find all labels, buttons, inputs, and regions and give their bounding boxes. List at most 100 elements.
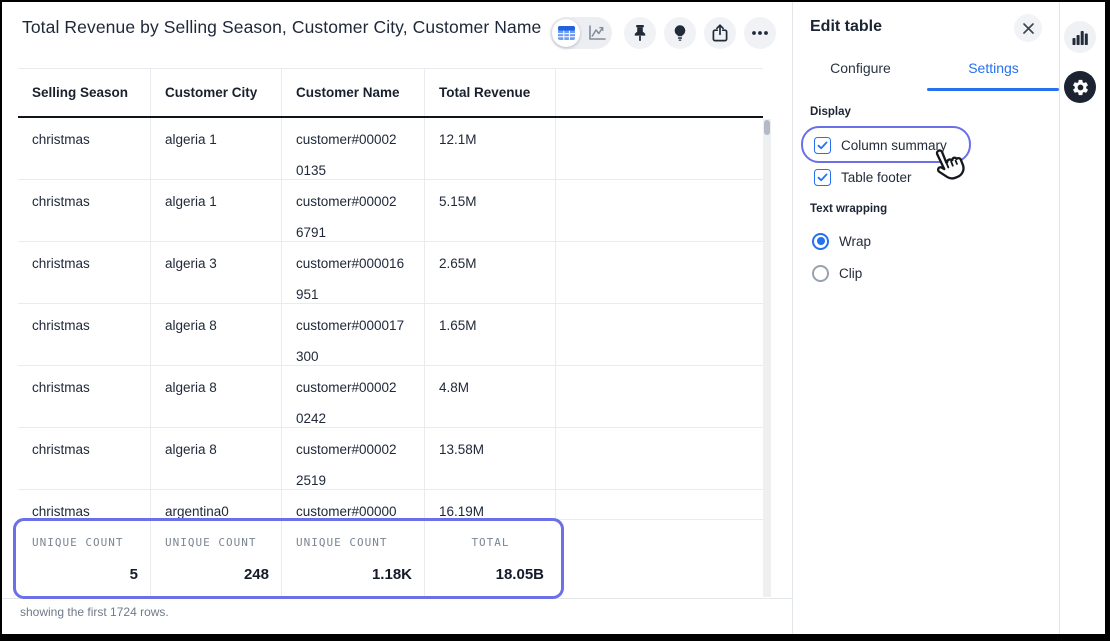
- checkbox-label[interactable]: Column summary: [841, 138, 947, 153]
- right-icon-strip: [1061, 2, 1105, 634]
- ellipsis-icon: [751, 30, 769, 36]
- table-cell[interactable]: customer#000020135: [282, 118, 425, 179]
- column-summary-row: UNIQUE COUNT5UNIQUE COUNT248UNIQUE COUNT…: [18, 520, 763, 596]
- tab-configure[interactable]: Configure: [794, 60, 927, 76]
- table-cell: [556, 304, 763, 365]
- pin-icon: [632, 24, 648, 42]
- table-cell[interactable]: christmas: [18, 118, 151, 179]
- table-header-row: Selling SeasonCustomer CityCustomer Name…: [18, 69, 763, 118]
- gear-icon: [1071, 78, 1090, 97]
- table-cell[interactable]: customer#000022519: [282, 428, 425, 489]
- view-toggle[interactable]: [550, 17, 612, 49]
- table-cell: [556, 366, 763, 427]
- table-view-icon: [558, 26, 575, 40]
- table-cell[interactable]: christmas: [18, 366, 151, 427]
- column-header[interactable]: Customer Name: [282, 69, 425, 116]
- data-table: Selling SeasonCustomer CityCustomer Name…: [18, 68, 763, 596]
- table-cell[interactable]: customer#000017300: [282, 304, 425, 365]
- table-cell[interactable]: algeria 1: [151, 180, 282, 241]
- checkbox-option-column-summary[interactable]: Column summary: [814, 135, 947, 155]
- table-cell[interactable]: 1.65M: [425, 304, 556, 365]
- summary-value: 248: [244, 566, 269, 583]
- checkbox-option-table-footer[interactable]: Table footer: [814, 167, 912, 187]
- summary-label: UNIQUE COUNT: [296, 536, 418, 549]
- radio-button[interactable]: [812, 233, 829, 250]
- lightbulb-icon: [672, 24, 688, 42]
- radio-option-wrap[interactable]: Wrap: [812, 231, 871, 251]
- column-header[interactable]: Customer City: [151, 69, 282, 116]
- table-scrollbar[interactable]: [763, 119, 771, 597]
- tab-settings[interactable]: Settings: [927, 60, 1060, 76]
- table-cell[interactable]: 5.15M: [425, 180, 556, 241]
- table-cell[interactable]: 13.58M: [425, 428, 556, 489]
- more-options-button[interactable]: [744, 17, 776, 49]
- share-icon: [712, 24, 728, 42]
- table-cell[interactable]: algeria 3: [151, 242, 282, 303]
- answer-area: Total Revenue by Selling Season, Custome…: [2, 2, 793, 634]
- summary-label: TOTAL: [425, 536, 556, 549]
- edit-table-panel: Edit table Configure Settings Display Co…: [794, 2, 1060, 634]
- table-cell[interactable]: christmas: [18, 242, 151, 303]
- table-row: christmasalgeria 8customer#00002251913.5…: [18, 428, 763, 490]
- radio-option-clip[interactable]: Clip: [812, 263, 862, 283]
- close-panel-button[interactable]: [1014, 14, 1042, 42]
- chart-view-icon: [588, 25, 606, 41]
- table-cell[interactable]: algeria 1: [151, 118, 282, 179]
- table-cell: [556, 428, 763, 489]
- table-cell[interactable]: 16.19M: [425, 490, 556, 519]
- table-cell[interactable]: customer#000020242: [282, 366, 425, 427]
- pin-button[interactable]: [624, 17, 656, 49]
- table-cell[interactable]: christmas: [18, 490, 151, 519]
- table-cell[interactable]: 12.1M: [425, 118, 556, 179]
- table-cell[interactable]: 2.65M: [425, 242, 556, 303]
- table-row: christmasalgeria 8customer#0000202424.8M: [18, 366, 763, 428]
- active-tab-underline: [927, 88, 1059, 91]
- column-header[interactable]: Total Revenue: [425, 69, 556, 116]
- settings-button[interactable]: [1064, 71, 1096, 103]
- table-row: christmasalgeria 1customer#00002013512.1…: [18, 118, 763, 180]
- table-cell[interactable]: algeria 8: [151, 428, 282, 489]
- table-row: christmasalgeria 3customer#0000169512.65…: [18, 242, 763, 304]
- summary-cell: UNIQUE COUNT 248: [151, 520, 282, 596]
- radio-label[interactable]: Wrap: [839, 234, 871, 249]
- table-cell[interactable]: christmas: [18, 180, 151, 241]
- table-cell[interactable]: algeria 8: [151, 366, 282, 427]
- table-view-button[interactable]: [552, 19, 580, 47]
- summary-cell: UNIQUE COUNT5: [18, 520, 151, 596]
- table-row: christmasargentina0customer#0000016.19M: [18, 490, 763, 520]
- checkbox[interactable]: [814, 137, 831, 154]
- summary-label: UNIQUE COUNT: [32, 536, 144, 549]
- footer-divider: [2, 598, 793, 599]
- lightbulb-button[interactable]: [664, 17, 696, 49]
- scrollbar-thumb[interactable]: [764, 120, 770, 135]
- summary-cell: UNIQUE COUNT 1.18K: [282, 520, 425, 596]
- radio-label[interactable]: Clip: [839, 266, 862, 281]
- checkbox-label[interactable]: Table footer: [841, 170, 912, 185]
- table-cell[interactable]: customer#000026791: [282, 180, 425, 241]
- row-count-note: showing the first 1724 rows.: [20, 605, 169, 619]
- table-body: christmasalgeria 1customer#00002013512.1…: [18, 118, 763, 520]
- radio-button[interactable]: [812, 265, 829, 282]
- summary-cell-empty: [556, 520, 763, 596]
- summary-value: 1.18K: [372, 566, 412, 583]
- column-header[interactable]: [556, 69, 763, 116]
- chart-view-button[interactable]: [587, 24, 607, 42]
- table-cell[interactable]: customer#00000: [282, 490, 425, 519]
- table-cell: [556, 180, 763, 241]
- table-cell[interactable]: christmas: [18, 304, 151, 365]
- table-cell[interactable]: 4.8M: [425, 366, 556, 427]
- table-row: christmasalgeria 1customer#0000267915.15…: [18, 180, 763, 242]
- table-cell: [556, 118, 763, 179]
- bar-chart-icon: [1072, 30, 1088, 45]
- checkbox[interactable]: [814, 169, 831, 186]
- table-row: christmasalgeria 8customer#0000173001.65…: [18, 304, 763, 366]
- visualize-button[interactable]: [1064, 21, 1096, 53]
- table-cell[interactable]: argentina0: [151, 490, 282, 519]
- table-cell[interactable]: christmas: [18, 428, 151, 489]
- column-header[interactable]: Selling Season: [18, 69, 151, 116]
- share-button[interactable]: [704, 17, 736, 49]
- close-icon: [1023, 23, 1034, 34]
- summary-label: UNIQUE COUNT: [165, 536, 275, 549]
- table-cell[interactable]: customer#000016951: [282, 242, 425, 303]
- table-cell[interactable]: algeria 8: [151, 304, 282, 365]
